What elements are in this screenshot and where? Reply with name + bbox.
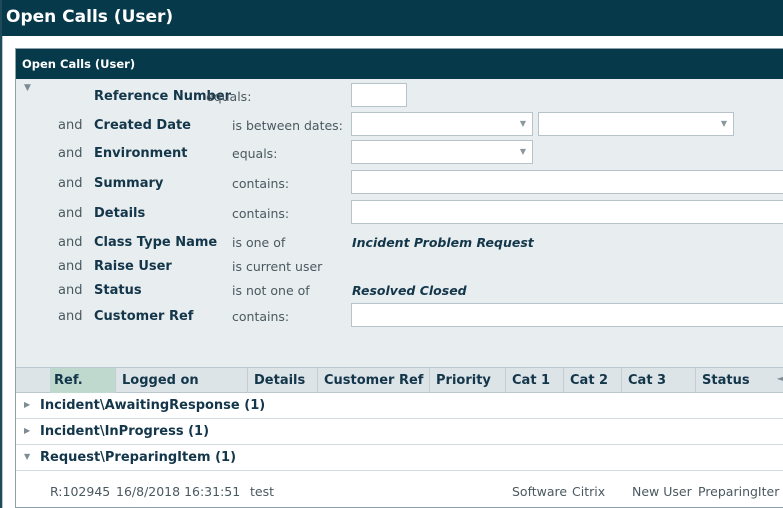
class-type-value-link[interactable]: Incident Problem Request xyxy=(352,235,534,250)
cell-cat3: New User xyxy=(632,484,692,499)
chevron-down-icon: ▼ xyxy=(519,147,526,156)
filter-conjunction: and xyxy=(58,309,83,324)
chevron-down-icon[interactable]: ▼ xyxy=(24,452,30,461)
group-row-awaiting-response[interactable]: ▶ Incident\AwaitingResponse (1) xyxy=(16,393,783,419)
filter-operator: is one of xyxy=(232,235,286,250)
filter-operator: contains: xyxy=(232,176,290,191)
filter-conjunction: and xyxy=(58,146,83,161)
filter-field-label: Environment xyxy=(94,146,188,161)
filter-conjunction: and xyxy=(58,283,83,298)
panel-title: Open Calls (User) xyxy=(22,57,136,71)
environment-combo[interactable]: ▼ xyxy=(351,140,533,164)
column-header-status[interactable]: Status xyxy=(696,368,776,393)
filter-conjunction: and xyxy=(58,206,83,221)
filter-row-status: and Status is not one of Resolved Closed xyxy=(16,279,783,303)
filter-row-details: and Details contains: xyxy=(16,200,783,226)
column-header-customer-ref[interactable]: Customer Ref xyxy=(318,368,430,393)
column-header-logged-on[interactable]: Logged on xyxy=(116,368,248,393)
column-header-priority[interactable]: Priority xyxy=(430,368,506,393)
table-row[interactable]: R:102945 16/8/2018 16:31:51 test Softwar… xyxy=(16,477,783,507)
chevron-down-icon: ▼ xyxy=(720,119,727,128)
window-client: Open Calls (User) ▼ Reference Number equ… xyxy=(2,36,783,508)
group-label: Incident\AwaitingResponse (1) xyxy=(40,398,266,413)
grid-header: Ref. Logged on Details Customer Ref Prio… xyxy=(16,367,783,393)
details-input[interactable] xyxy=(351,200,783,224)
customer-ref-input[interactable] xyxy=(351,303,783,327)
cell-logged-on: 16/8/2018 16:31:51 xyxy=(116,484,241,499)
filter-field-label: Raise User xyxy=(94,259,172,274)
chevron-right-icon[interactable]: ▶ xyxy=(24,400,30,409)
column-header-cat3[interactable]: Cat 3 xyxy=(622,368,696,393)
filter-operator: contains: xyxy=(232,309,290,324)
cell-ref: R:102945 xyxy=(50,484,111,499)
filter-row-class-type-name: and Class Type Name is one of Incident P… xyxy=(16,231,783,255)
filter-field-label: Summary xyxy=(94,176,164,191)
group-row-preparing-item[interactable]: ▼ Request\PreparingItem (1) xyxy=(16,445,783,471)
filter-row-summary: and Summary contains: xyxy=(16,170,783,196)
column-header-ref[interactable]: Ref. xyxy=(50,368,116,393)
filter-field-label: Class Type Name xyxy=(94,235,218,250)
status-value-link[interactable]: Resolved Closed xyxy=(352,283,467,298)
group-label: Incident\InProgress (1) xyxy=(40,424,210,439)
reference-number-input[interactable] xyxy=(351,83,407,107)
group-label: Request\PreparingItem (1) xyxy=(40,450,237,465)
chevron-down-icon: ▼ xyxy=(519,119,526,128)
created-date-from-combo[interactable]: ▼ xyxy=(351,112,533,136)
filter-field-label: Status xyxy=(94,283,142,298)
filter-conjunction: and xyxy=(58,118,83,133)
window-title-bar: Open Calls (User) xyxy=(2,0,783,36)
filter-operator: contains: xyxy=(232,206,290,221)
filter-operator: is between dates: xyxy=(232,118,343,133)
summary-input[interactable] xyxy=(351,170,783,194)
filter-row-created-date: and Created Date is between dates: ▼ ▼ xyxy=(16,112,783,138)
filter-area: ▼ Reference Number equals: and Created D… xyxy=(16,79,783,367)
panel-header: Open Calls (User) xyxy=(16,49,783,79)
filter-row-environment: and Environment equals: ▼ xyxy=(16,140,783,166)
filter-row-customer-ref: and Customer Ref contains: xyxy=(16,303,783,329)
filter-field-label: Created Date xyxy=(94,118,191,133)
column-header-cat2[interactable]: Cat 2 xyxy=(564,368,622,393)
open-calls-panel: Open Calls (User) ▼ Reference Number equ… xyxy=(15,48,783,508)
chevron-right-icon[interactable]: ▶ xyxy=(24,426,30,435)
filter-row-reference-number: Reference Number equals: xyxy=(16,83,783,109)
column-header-cat1[interactable]: Cat 1 xyxy=(506,368,564,393)
created-date-to-combo[interactable]: ▼ xyxy=(538,112,734,136)
filter-field-label: Customer Ref xyxy=(94,309,194,324)
column-header-details[interactable]: Details xyxy=(248,368,318,393)
cell-cat2: Citrix xyxy=(572,484,606,499)
window-title: Open Calls (User) xyxy=(6,7,174,27)
cell-status: PreparingIter xyxy=(698,484,780,499)
filter-conjunction: and xyxy=(58,235,83,250)
filter-conjunction: and xyxy=(58,176,83,191)
filter-operator: is current user xyxy=(232,259,323,274)
cell-details: test xyxy=(250,484,275,499)
filter-row-raise-user: and Raise User is current user xyxy=(16,255,783,279)
group-row-in-progress[interactable]: ▶ Incident\InProgress (1) xyxy=(16,419,783,445)
filter-conjunction: and xyxy=(58,259,83,274)
filter-operator: equals: xyxy=(206,89,252,104)
cell-cat1: Software xyxy=(512,484,568,499)
filter-field-label: Details xyxy=(94,206,146,221)
filter-operator: is not one of xyxy=(232,283,310,298)
filter-operator: equals: xyxy=(232,146,278,161)
scroll-right-icon[interactable]: ◄ xyxy=(777,374,783,383)
